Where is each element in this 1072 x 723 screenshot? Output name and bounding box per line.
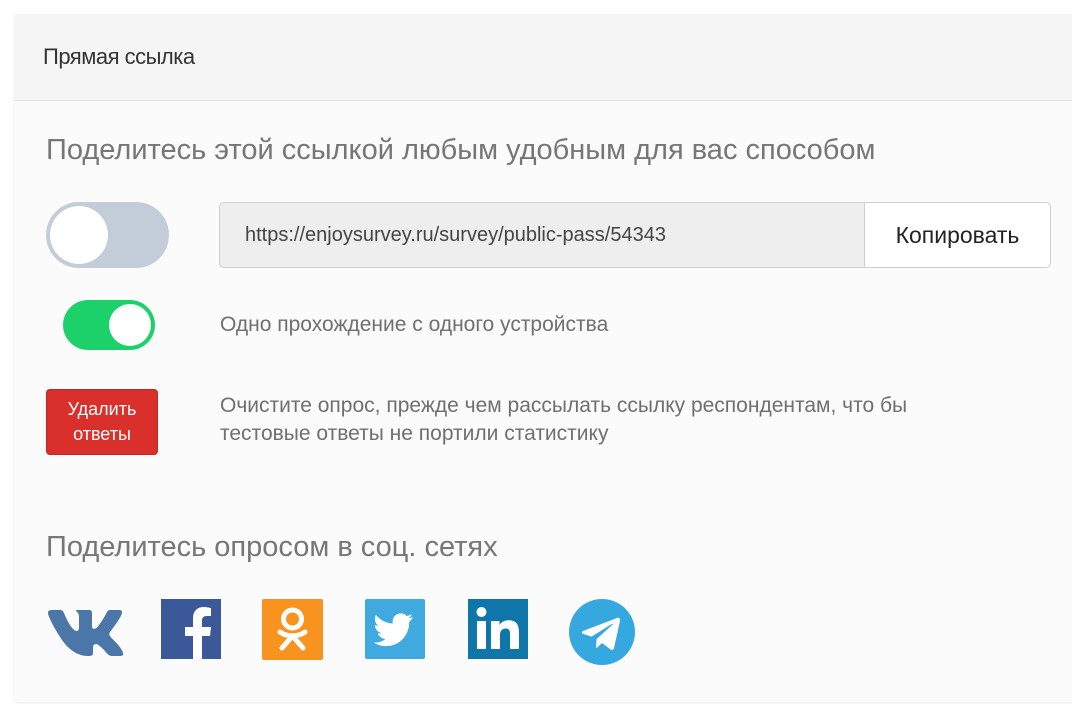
delete-answers-label-line1: Удалить	[67, 399, 137, 419]
delete-answers-button[interactable]: Удалить ответы	[46, 389, 158, 455]
share-linkedin-button[interactable]	[468, 599, 530, 661]
linkedin-icon	[468, 599, 528, 659]
share-telegram-button[interactable]	[569, 599, 635, 665]
copy-button[interactable]: Копировать	[864, 202, 1051, 268]
panel-header: Прямая ссылка	[14, 14, 1072, 101]
clear-answers-hint: Очистите опрос, прежде чем рассылать ссы…	[220, 392, 907, 448]
share-facebook-button[interactable]	[161, 599, 223, 661]
vk-icon	[48, 610, 124, 656]
delete-answers-label-line2: ответы	[73, 424, 131, 444]
link-input-group: https://enjoysurvey.ru/survey/public-pas…	[219, 202, 1051, 268]
social-share-heading: Поделитесь опросом в соц. сетях	[46, 531, 498, 563]
toggle-knob	[50, 206, 108, 264]
survey-link-field[interactable]: https://enjoysurvey.ru/survey/public-pas…	[219, 202, 864, 268]
twitter-icon	[365, 599, 425, 659]
clear-answers-hint-line1: Очистите опрос, прежде чем рассылать ссы…	[220, 394, 908, 417]
panel-title: Прямая ссылка	[43, 44, 195, 69]
single-pass-toggle[interactable]	[63, 300, 155, 350]
odnoklassniki-icon	[262, 599, 323, 660]
link-enabled-toggle[interactable]	[46, 202, 169, 268]
share-odnoklassniki-button[interactable]	[262, 599, 324, 661]
clear-answers-hint-line2: тестовые ответы не портили статистику	[220, 422, 609, 445]
share-vk-button[interactable]	[46, 599, 124, 661]
single-pass-label: Одно прохождение с одного устройства	[220, 313, 609, 336]
share-twitter-button[interactable]	[365, 599, 427, 661]
share-link-heading: Поделитесь этой ссылкой любым удобным дл…	[46, 134, 876, 166]
telegram-icon	[569, 599, 635, 665]
direct-link-panel: Прямая ссылка Поделитесь этой ссылкой лю…	[14, 14, 1072, 702]
toggle-knob	[109, 304, 151, 346]
facebook-icon	[161, 599, 221, 659]
